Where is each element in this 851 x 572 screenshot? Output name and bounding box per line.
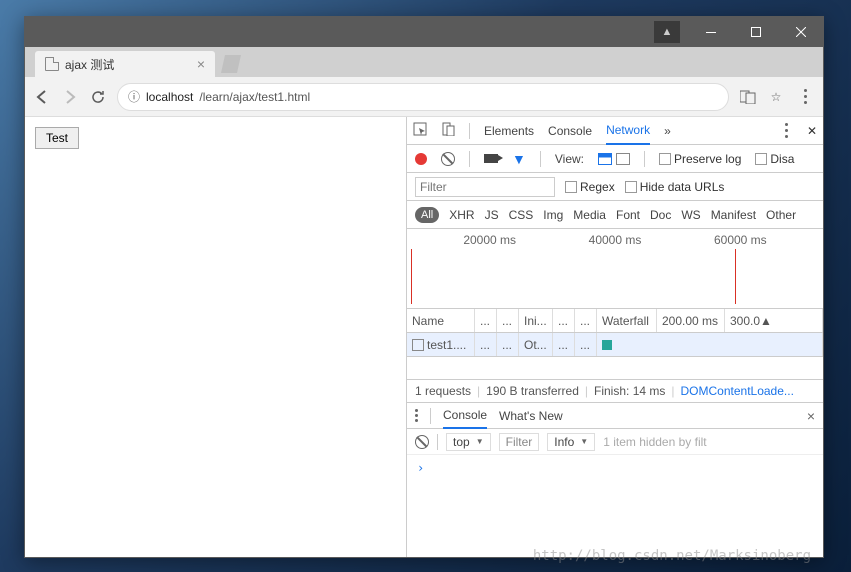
url-path: /learn/ajax/test1.html: [199, 90, 310, 104]
new-tab-button[interactable]: [221, 55, 241, 73]
devtools-tab-bar: Elements Console Network » ✕: [407, 117, 823, 145]
test-button[interactable]: Test: [35, 127, 79, 149]
level-select[interactable]: Info▼: [547, 433, 595, 451]
url-field[interactable]: ⓘ localhost/learn/ajax/test1.html: [117, 83, 729, 111]
tab-console[interactable]: Console: [548, 118, 592, 144]
col-waterfall[interactable]: Waterfall: [597, 309, 657, 332]
type-css[interactable]: CSS: [509, 208, 534, 222]
drawer-tab-whatsnew[interactable]: What's New: [499, 404, 563, 428]
type-other[interactable]: Other: [766, 208, 796, 222]
request-row[interactable]: test1.... ... ... Ot... ... ...: [407, 333, 823, 357]
prompt-icon: ›: [417, 461, 424, 475]
type-ws[interactable]: WS: [681, 208, 700, 222]
type-media[interactable]: Media: [573, 208, 606, 222]
file-icon: [412, 339, 424, 351]
col-300[interactable]: 300.0▲: [725, 309, 823, 332]
clear-icon[interactable]: [441, 152, 455, 166]
inspect-icon[interactable]: [413, 122, 427, 139]
regex-checkbox[interactable]: Regex: [565, 180, 615, 194]
col-initiator[interactable]: Ini...: [519, 309, 553, 332]
request-columns: Name ... ... Ini... ... ... Waterfall 20…: [407, 309, 823, 333]
tick-1: 20000 ms: [463, 233, 516, 247]
close-button[interactable]: [778, 17, 823, 47]
back-button[interactable]: [33, 88, 51, 106]
devtools-panel: Elements Console Network » ✕ ▼ View:: [407, 117, 823, 557]
tick-3: 60000 ms: [714, 233, 767, 247]
menu-button[interactable]: [795, 89, 815, 104]
file-icon: [45, 57, 59, 71]
filter-icon[interactable]: ▼: [512, 151, 526, 167]
browser-tab[interactable]: ajax 测试 ×: [35, 51, 215, 77]
type-js[interactable]: JS: [485, 208, 499, 222]
hidden-items-label: 1 item hidden by filt: [603, 435, 706, 449]
console-output[interactable]: ›: [407, 455, 823, 557]
drawer-tab-console[interactable]: Console: [443, 403, 487, 429]
network-status-bar: 1 requests| 190 B transferred| Finish: 1…: [407, 379, 823, 403]
status-dcl: DOMContentLoade...: [681, 384, 794, 398]
maximize-button[interactable]: [733, 17, 778, 47]
page-content: Test: [25, 117, 407, 557]
type-all[interactable]: All: [415, 207, 439, 223]
network-toolbar: ▼ View: Preserve log Disa: [407, 145, 823, 173]
devtools-menu-icon[interactable]: [777, 123, 797, 138]
console-toolbar: top▼ Filter Info▼ 1 item hidden by filt: [407, 429, 823, 455]
record-icon[interactable]: [415, 153, 427, 165]
browser-window: ▲ ajax 测试 × ⓘ localhost/learn/ajax/test1…: [24, 16, 824, 558]
address-bar: ⓘ localhost/learn/ajax/test1.html ☆: [25, 77, 823, 117]
drawer-menu-icon[interactable]: [415, 409, 418, 422]
devtools-close-icon[interactable]: ✕: [807, 124, 817, 138]
content-area: Test Elements Console Network » ✕: [25, 117, 823, 557]
screenshot-icon[interactable]: [484, 154, 498, 163]
bookmark-icon[interactable]: ☆: [767, 88, 785, 106]
view-options[interactable]: [598, 153, 630, 165]
type-img[interactable]: Img: [543, 208, 563, 222]
request-type-filter: All XHR JS CSS Img Media Font Doc WS Man…: [407, 201, 823, 229]
user-icon[interactable]: ▲: [654, 21, 680, 43]
reload-button[interactable]: [89, 88, 107, 106]
status-requests: 1 requests: [415, 384, 471, 398]
info-icon: ⓘ: [128, 88, 140, 105]
hide-data-checkbox[interactable]: Hide data URLs: [625, 180, 725, 194]
tab-title: ajax 测试: [65, 56, 114, 73]
more-tabs-icon[interactable]: »: [664, 124, 671, 138]
context-select[interactable]: top▼: [446, 433, 491, 451]
tab-bar: ajax 测试 ×: [25, 47, 823, 77]
view-label: View:: [555, 152, 584, 166]
status-transferred: 190 B transferred: [486, 384, 579, 398]
type-font[interactable]: Font: [616, 208, 640, 222]
forward-button[interactable]: [61, 88, 79, 106]
titlebar: ▲: [25, 17, 823, 47]
status-finish: Finish: 14 ms: [594, 384, 665, 398]
type-manifest[interactable]: Manifest: [711, 208, 756, 222]
tab-elements[interactable]: Elements: [484, 118, 534, 144]
console-filter-input[interactable]: Filter: [499, 433, 540, 451]
preserve-log-checkbox[interactable]: Preserve log: [659, 152, 741, 166]
drawer-close-icon[interactable]: ×: [807, 408, 815, 424]
device-icon[interactable]: [441, 122, 455, 139]
timeline-overview[interactable]: 20000 ms 40000 ms 60000 ms: [407, 229, 823, 309]
minimize-button[interactable]: [688, 17, 733, 47]
console-clear-icon[interactable]: [415, 435, 429, 449]
type-xhr[interactable]: XHR: [449, 208, 474, 222]
col-200[interactable]: 200.00 ms: [657, 309, 725, 332]
filter-input[interactable]: [415, 177, 555, 197]
tick-2: 40000 ms: [589, 233, 642, 247]
disable-cache-checkbox[interactable]: Disa: [755, 152, 794, 166]
url-host: localhost: [146, 90, 193, 104]
drawer-tab-bar: Console What's New ×: [407, 403, 823, 429]
waterfall-bar: [602, 340, 612, 350]
network-filter-bar: Regex Hide data URLs: [407, 173, 823, 201]
type-doc[interactable]: Doc: [650, 208, 671, 222]
watermark: http://blog.csdn.net/Marksinoberg: [533, 548, 811, 564]
col-name[interactable]: Name: [407, 309, 475, 332]
tab-close-icon[interactable]: ×: [197, 56, 205, 72]
tab-network[interactable]: Network: [606, 117, 650, 145]
translate-icon[interactable]: [739, 88, 757, 106]
